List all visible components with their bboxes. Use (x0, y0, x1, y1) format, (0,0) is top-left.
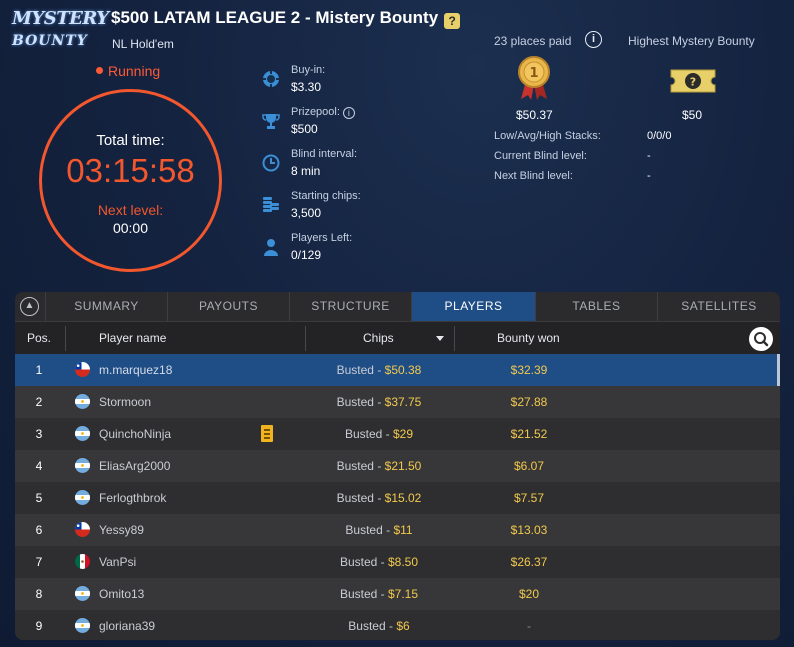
mystery-bounty-logo: MYSTERY BOUNTY (12, 8, 109, 49)
table-row[interactable]: 2 Stormoon Busted - $37.75 $27.88 (15, 386, 780, 418)
tab-payouts[interactable]: PAYOUTS (167, 292, 289, 321)
player-name: Ferlogthbrok (99, 491, 167, 505)
flag-argentina-icon (75, 426, 90, 441)
players-left-info: Players Left: 0/129 (262, 232, 442, 266)
scrollbar[interactable] (777, 354, 780, 386)
tab-satellites[interactable]: SATELLITES (657, 292, 780, 321)
player-note-icon[interactable] (261, 425, 273, 442)
player-name: EliasArg2000 (99, 459, 171, 473)
player-icon (264, 239, 278, 256)
table-row[interactable]: 3 QuinchoNinja Busted - $29 $21.52 (15, 418, 780, 450)
player-name: Omito13 (99, 587, 145, 601)
svg-text:?: ? (690, 76, 696, 89)
bounty-column-header[interactable]: Bounty won (497, 322, 560, 354)
clock-ring: Total time: 03:15:58 Next level: 00:00 (39, 89, 222, 272)
search-button[interactable] (749, 327, 773, 351)
stacks-stat: Low/Avg/High Stacks: 0/0/0 (494, 130, 672, 142)
mystery-bounty-badge-icon: ? (444, 13, 461, 29)
table-row[interactable]: 1 m.marquez18 Busted - $50.38 $32.39 (15, 354, 780, 386)
chip-icon (263, 71, 279, 87)
svg-text:1: 1 (529, 66, 538, 81)
chips-column-header[interactable]: Chips (363, 322, 394, 354)
flag-chile-icon (75, 362, 90, 377)
total-time-value: 03:15:58 (66, 152, 195, 189)
tab-structure[interactable]: STRUCTURE (289, 292, 411, 321)
starting-chips-info: Starting chips: 3,500 (262, 190, 442, 224)
table-row[interactable]: 9 gloriana39 Busted - $6 - (15, 610, 780, 640)
table-row[interactable]: 7 VanPsi Busted - $8.50 $26.37 (15, 546, 780, 578)
next-level-value: 00:00 (112, 220, 149, 236)
tab-bar: ▲ SUMMARY PAYOUTS STRUCTURE PLAYERS TABL… (15, 292, 780, 321)
blind-interval-info: Blind interval: 8 min (262, 148, 442, 182)
player-name: VanPsi (99, 555, 137, 569)
prizepool-info-icon[interactable]: i (342, 107, 355, 119)
first-prize-value: $50.37 (516, 108, 553, 122)
player-name: QuinchoNinja (99, 427, 172, 441)
next-level-label: Next level: (97, 202, 164, 218)
places-paid: 23 places paid (494, 34, 572, 48)
highest-bounty-value: $50 (682, 108, 703, 122)
search-icon (754, 332, 769, 347)
player-name: Yessy89 (99, 523, 144, 537)
highest-bounty-label: Highest Mystery Bounty (628, 34, 755, 48)
mystery-ticket-icon: ? (670, 69, 716, 93)
flag-argentina-icon (75, 618, 90, 633)
tab-tables[interactable]: TABLES (535, 292, 657, 321)
current-blind-stat: Current Blind level: - (494, 150, 651, 162)
player-name: Stormoon (99, 395, 152, 409)
clock-icon (262, 154, 280, 172)
table-row[interactable]: 5 Ferlogthbrok Busted - $15.02 $7.57 (15, 482, 780, 514)
flag-argentina-icon (75, 586, 90, 601)
players-list: 1 m.marquez18 Busted - $50.38 $32.39 2 S… (15, 354, 780, 640)
flag-chile-icon (75, 522, 90, 537)
column-header: Pos. Player name Chips Bounty won (15, 321, 780, 354)
first-place-medal-icon: 1 (518, 56, 550, 100)
total-time-label: Total time: (96, 132, 165, 149)
collapse-chevron-up-icon[interactable]: ▲ (20, 297, 39, 316)
tournament-title: $500 LATAM LEAGUE 2 - Mistery Bounty? (111, 8, 461, 29)
tab-summary[interactable]: SUMMARY (45, 292, 167, 321)
chip-stack-icon (263, 197, 279, 212)
lobby-panel: ▲ SUMMARY PAYOUTS STRUCTURE PLAYERS TABL… (15, 292, 780, 640)
table-row[interactable]: 4 EliasArg2000 Busted - $21.50 $6.07 (15, 450, 780, 482)
player-column-header[interactable]: Player name (99, 322, 166, 354)
next-blind-stat: Next Blind level: - (494, 170, 651, 182)
status-indicator: Running (96, 63, 160, 79)
flag-argentina-icon (75, 458, 90, 473)
buy-in-info: Buy-in: $3.30 (262, 64, 442, 98)
flag-mexico-icon (75, 554, 90, 569)
table-row[interactable]: 8 Omito13 Busted - $7.15 $20 (15, 578, 780, 610)
flag-argentina-icon (75, 394, 90, 409)
pos-column-header[interactable]: Pos. (15, 322, 63, 354)
flag-argentina-icon (75, 490, 90, 505)
trophy-icon (262, 114, 280, 129)
player-name: m.marquez18 (99, 363, 173, 377)
sort-desc-icon[interactable] (436, 336, 444, 341)
table-row[interactable]: 6 Yessy89 Busted - $11 $13.03 (15, 514, 780, 546)
status-dot-icon (96, 67, 103, 74)
player-name: gloriana39 (99, 619, 156, 633)
game-type: NL Hold'em (112, 37, 174, 51)
tab-players[interactable]: PLAYERS (411, 292, 535, 321)
prizepool-info: Prizepool: i $500 (262, 106, 442, 140)
payout-info-icon[interactable]: i (585, 31, 602, 48)
